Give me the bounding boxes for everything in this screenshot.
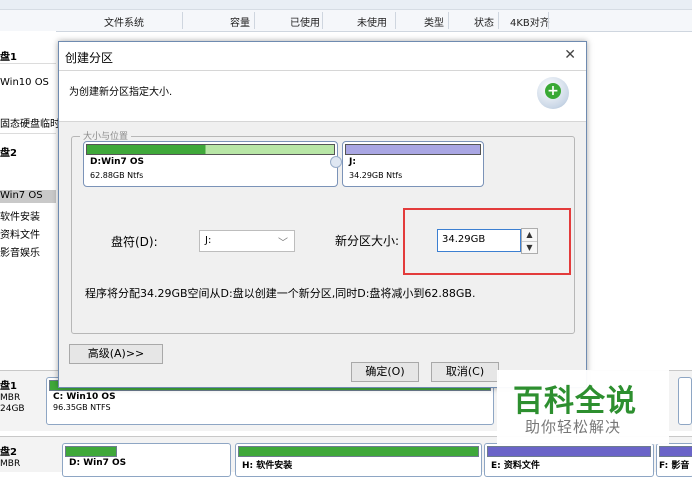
- disk2-partition-f[interactable]: F: 影音: [656, 443, 692, 477]
- partition-j-bar: [345, 144, 481, 155]
- allocation-info: 程序将分配34.29GB空间从D:盘以创建一个新分区,同时D:盘将减小到62.8…: [85, 287, 476, 300]
- tree-item-temp[interactable]: 固态硬盘临时: [0, 115, 60, 130]
- partition-j-preview[interactable]: J: 34.29GB Ntfs: [342, 141, 484, 187]
- add-partition-icon: +: [537, 77, 569, 109]
- ok-button[interactable]: 确定(O): [351, 362, 419, 382]
- partition-tree: 盘1 Win10 OS 固态硬盘临时 盘2 Win7 OS 软件安装 资料文件 …: [0, 31, 60, 371]
- column-status[interactable]: 状态: [474, 14, 494, 29]
- partition-d-name: D:Win7 OS: [90, 157, 145, 167]
- column-unused[interactable]: 未使用: [357, 14, 387, 29]
- dialog-title: 创建分区: [65, 51, 114, 65]
- disk2-info[interactable]: 盘2 MBR: [0, 447, 20, 470]
- advanced-button[interactable]: 高级(A)>>: [69, 344, 163, 364]
- tree-item-win10[interactable]: Win10 OS: [0, 77, 49, 88]
- partition-list-header: 文件系统 容量 已使用 未使用 类型 状态 4KB对齐: [0, 10, 692, 32]
- highlight-box: [403, 208, 571, 275]
- watermark-title: 百科全说: [513, 384, 637, 419]
- tree-disk2-label[interactable]: 盘2: [0, 144, 17, 159]
- drive-letter-select[interactable]: J: ﹀: [199, 230, 295, 252]
- disk1-partition-small[interactable]: [678, 377, 692, 425]
- partition-d-usage-bar: [86, 144, 335, 155]
- column-capacity[interactable]: 容量: [230, 14, 250, 29]
- partition-j-size: 34.29GB Ntfs: [349, 171, 403, 180]
- cancel-button[interactable]: 取消(C): [431, 362, 499, 382]
- tree-disk1-label[interactable]: 盘1: [0, 48, 17, 63]
- dialog-title-bar: 创建分区 ✕: [59, 42, 586, 71]
- resize-handle[interactable]: [330, 156, 342, 168]
- tree-item-media[interactable]: 影音娱乐: [0, 244, 40, 259]
- close-icon[interactable]: ✕: [564, 47, 576, 63]
- tree-item-win7[interactable]: Win7 OS: [0, 190, 56, 203]
- disk2-partition-d[interactable]: D: Win7 OS: [62, 443, 231, 477]
- disk2-partition-h[interactable]: H: 软件安装: [235, 443, 482, 477]
- watermark-subtitle: 助你轻松解决: [525, 418, 622, 436]
- partition-d-size: 62.88GB Ntfs: [90, 171, 144, 180]
- watermark: 百科全说 助你轻松解决: [497, 370, 669, 444]
- disk1-info[interactable]: 盘1 MBR 24GB: [0, 381, 25, 415]
- drive-letter-label: 盘符(D):: [111, 235, 158, 249]
- dialog-description-area: 为创建新分区指定大小. +: [59, 71, 586, 122]
- dialog-description: 为创建新分区指定大小.: [69, 87, 173, 98]
- column-4k-align[interactable]: 4KB对齐: [510, 14, 550, 29]
- chevron-down-icon: ﹀: [278, 238, 288, 249]
- new-size-label: 新分区大小:: [335, 234, 400, 248]
- column-type[interactable]: 类型: [424, 14, 444, 29]
- disk2-partition-e[interactable]: E: 资料文件: [484, 443, 654, 477]
- create-partition-dialog: 创建分区 ✕ 为创建新分区指定大小. + 大小与位置 D:Win7 OS 62.…: [58, 41, 587, 388]
- partition-d-preview[interactable]: D:Win7 OS 62.88GB Ntfs: [83, 141, 338, 187]
- tree-item-documents[interactable]: 资料文件: [0, 226, 40, 241]
- top-band: [0, 0, 692, 10]
- column-filesystem[interactable]: 文件系统: [104, 14, 144, 29]
- tree-item-software[interactable]: 软件安装: [0, 208, 40, 223]
- partition-j-name: J:: [349, 157, 356, 167]
- column-used[interactable]: 已使用: [290, 14, 320, 29]
